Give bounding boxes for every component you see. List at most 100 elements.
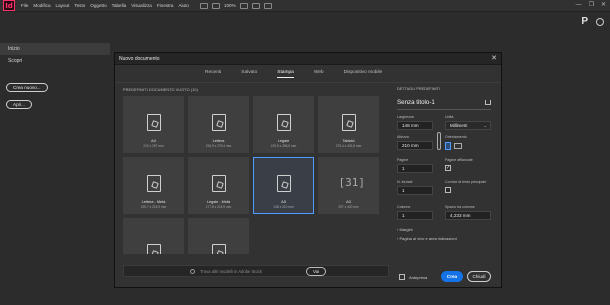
- menu-file[interactable]: File: [21, 3, 28, 8]
- document-icon: [341, 114, 356, 131]
- view-options-icon[interactable]: [239, 2, 248, 9]
- preset-card-a4[interactable]: A4 210 x 297 mm: [123, 96, 184, 153]
- preset-name: A3: [346, 200, 351, 204]
- margins-label: Margini: [399, 227, 413, 232]
- preview-checkbox[interactable]: [399, 274, 405, 280]
- lightbulb-icon[interactable]: [596, 17, 604, 26]
- units-label: Unità: [445, 115, 454, 119]
- portrait-icon[interactable]: [445, 142, 451, 150]
- tab-web[interactable]: Web: [314, 70, 324, 78]
- sidebar-item-home[interactable]: Inizio: [0, 43, 110, 55]
- stock-search-bar[interactable]: Trova altri modelli in Adobe Stock Vai: [123, 265, 389, 277]
- pages-label: Pagine: [397, 158, 409, 162]
- tab-recent[interactable]: Recenti: [205, 70, 221, 78]
- preset-name: Legale - Metà: [206, 200, 231, 204]
- preset-dimensions: 139,7 x 215,9 mm: [140, 205, 167, 209]
- menu-object[interactable]: Oggetto: [90, 3, 106, 8]
- zoom-level[interactable]: 100%: [224, 3, 236, 8]
- menu-view[interactable]: Visualizza: [131, 3, 152, 8]
- tab-saved[interactable]: Salvato: [241, 70, 257, 78]
- height-field[interactable]: 210 mm: [397, 141, 433, 150]
- start-number-field[interactable]: 1: [397, 186, 433, 195]
- close-icon[interactable]: ✕: [491, 55, 497, 62]
- document-icon: [146, 175, 161, 192]
- tab-print[interactable]: Stampa: [277, 70, 294, 78]
- preset-card-tabloid[interactable]: Tabloid 279,4 x 431,8 mm: [318, 96, 379, 153]
- dialog-titlebar: Nuovo documento ✕: [115, 53, 501, 65]
- bridge-icon[interactable]: [199, 2, 208, 9]
- open-button[interactable]: Apri...: [6, 100, 32, 109]
- home-sidebar: Inizio Scopri Crea nuovo... Apri...: [0, 13, 110, 305]
- document-icon: [211, 175, 226, 192]
- close-window-icon[interactable]: ✕: [601, 2, 606, 9]
- width-label: Larghezza: [397, 115, 414, 119]
- preset-dimensions: 297 x 420 mm: [338, 205, 359, 209]
- menu-layout[interactable]: Layout: [56, 3, 70, 8]
- preset-card-extra-1[interactable]: [123, 218, 184, 254]
- preset-name: Lettera - Metà: [141, 200, 166, 204]
- menu-type[interactable]: Testo: [74, 3, 85, 8]
- bleed-expander[interactable]: › Pagina al vivo e area indicazioni: [397, 236, 457, 241]
- sidebar-item-discover[interactable]: Scopri: [0, 55, 110, 67]
- gutter-field[interactable]: 4,233 mm: [445, 211, 491, 220]
- columns-field[interactable]: 1: [397, 211, 433, 220]
- minimize-icon[interactable]: —: [576, 2, 582, 9]
- details-heading: DETTAGLI PREDEFINITI: [397, 87, 440, 91]
- landscape-icon[interactable]: [454, 143, 462, 149]
- chevron-down-icon: ⌄: [483, 123, 487, 128]
- preset-name: A4: [151, 139, 156, 143]
- tab-mobile[interactable]: Dispositivo mobile: [344, 70, 383, 78]
- publish-icon[interactable]: P: [581, 16, 588, 27]
- document-icon: [276, 114, 291, 131]
- create-new-button[interactable]: Crea nuovo...: [6, 83, 48, 92]
- stock-search-input[interactable]: Trova altri modelli in Adobe Stock: [200, 269, 262, 274]
- menu-edit[interactable]: Modifica: [33, 3, 50, 8]
- units-value: Millimetri: [450, 123, 468, 128]
- facing-pages-checkbox[interactable]: ✓: [445, 165, 451, 171]
- window-controls: — ❐ ✕: [576, 2, 606, 9]
- preset-card-a5[interactable]: A5 148 x 210 mm: [253, 157, 314, 214]
- preset-card-legal[interactable]: Legale 215,9 x 355,6 mm: [253, 96, 314, 153]
- height-label: Altezza: [397, 135, 409, 139]
- preset-dimensions: 148 x 210 mm: [273, 205, 294, 209]
- go-button[interactable]: Vai: [306, 267, 326, 276]
- preset-card-extra-2[interactable]: [188, 218, 249, 254]
- screen-mode-icon[interactable]: [251, 2, 260, 9]
- gutter-label: Spazio tra colonne: [445, 205, 475, 209]
- document-name-field[interactable]: Senza titolo-1: [397, 99, 435, 106]
- preset-tabs: Recenti Salvato Stampa Web Dispositivo m…: [205, 70, 382, 78]
- pages-field[interactable]: 1: [397, 164, 433, 173]
- preview-label: Anteprima: [409, 275, 428, 280]
- start-number-label: N. iniziale: [397, 180, 413, 184]
- indesign-logo: Id: [3, 0, 15, 11]
- preset-name: Tabloid: [342, 139, 355, 143]
- stock-icon[interactable]: [211, 2, 220, 9]
- save-preset-icon[interactable]: [485, 100, 491, 105]
- preset-dimensions: 215,9 x 279,4 mm: [205, 144, 232, 148]
- maximize-icon[interactable]: ❐: [589, 2, 594, 9]
- primary-frame-checkbox[interactable]: [445, 187, 451, 193]
- close-button[interactable]: Chiudi: [467, 271, 491, 282]
- menu-help[interactable]: Aiuto: [178, 3, 188, 8]
- document-icon: [211, 114, 226, 131]
- search-icon: [190, 269, 195, 274]
- bracket-placeholder-icon: [31]: [338, 176, 366, 189]
- arrange-icon[interactable]: [263, 2, 272, 9]
- create-button[interactable]: Crea: [441, 271, 463, 282]
- columns-label: Colonne: [397, 205, 411, 209]
- preset-dimensions: 210 x 297 mm: [143, 144, 164, 148]
- width-field[interactable]: 148 mm: [397, 121, 433, 130]
- preset-name: Legale: [277, 139, 290, 143]
- units-dropdown[interactable]: Millimetri ⌄: [445, 121, 491, 130]
- menu-table[interactable]: Tabella: [112, 3, 127, 8]
- preset-card-letter[interactable]: Lettera 215,9 x 279,4 mm: [188, 96, 249, 153]
- margins-expander[interactable]: › Margini: [397, 227, 413, 232]
- preset-dimensions: 215,9 x 355,6 mm: [270, 144, 297, 148]
- link-dimensions-icon[interactable]: [437, 132, 441, 150]
- preset-card-a3[interactable]: [31] A3 297 x 420 mm: [318, 157, 379, 214]
- menu-tools: 100%: [199, 2, 272, 9]
- preset-card-half-legal[interactable]: Legale - Metà 177,8 x 215,9 mm: [188, 157, 249, 214]
- menu-window[interactable]: Finestra: [157, 3, 174, 8]
- name-underline: [397, 109, 491, 110]
- preset-card-half-letter[interactable]: Lettera - Metà 139,7 x 215,9 mm: [123, 157, 184, 214]
